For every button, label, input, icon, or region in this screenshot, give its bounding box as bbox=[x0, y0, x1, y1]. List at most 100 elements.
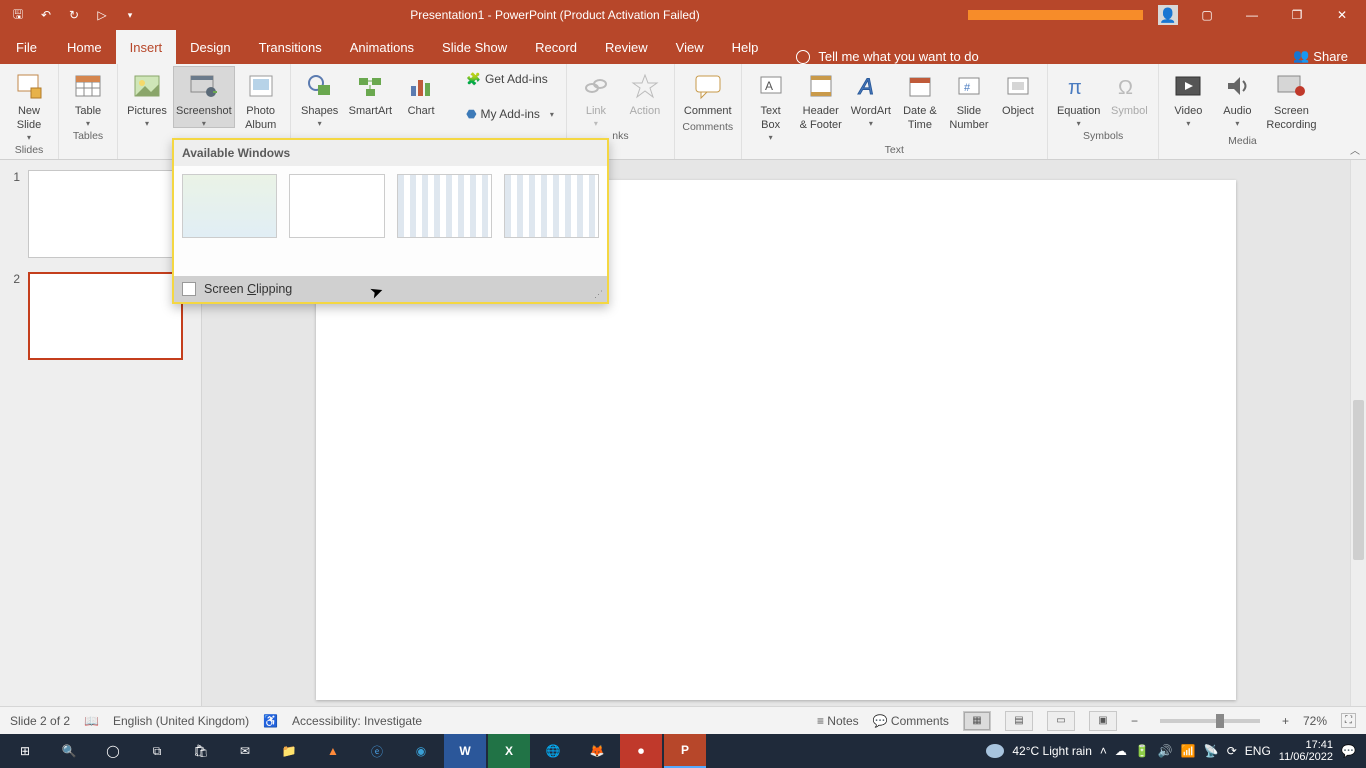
tab-slideshow[interactable]: Slide Show bbox=[428, 30, 521, 64]
view-reading[interactable]: ▭ bbox=[1047, 711, 1075, 731]
account-avatar[interactable]: 👤 bbox=[1158, 5, 1178, 25]
task-explorer[interactable]: 📁 bbox=[268, 734, 310, 768]
tray-date[interactable]: 11/06/2022 bbox=[1279, 751, 1333, 763]
window-minimize[interactable]: — bbox=[1230, 0, 1274, 30]
window-restore[interactable]: ❐ bbox=[1275, 0, 1319, 30]
search-icon[interactable]: 🔍 bbox=[48, 734, 90, 768]
tray-battery-icon[interactable]: 🔋 bbox=[1135, 744, 1150, 758]
task-vlc[interactable]: ▲ bbox=[312, 734, 354, 768]
available-window-2[interactable] bbox=[289, 174, 384, 238]
shapes-button[interactable]: Shapes ▾ bbox=[297, 66, 343, 128]
tab-file[interactable]: File bbox=[0, 30, 53, 64]
task-chrome[interactable]: 🌐 bbox=[532, 734, 574, 768]
window-close[interactable]: ✕ bbox=[1320, 0, 1364, 30]
smartart-button[interactable]: SmartArt bbox=[346, 66, 395, 119]
screenshot-icon bbox=[188, 70, 220, 102]
tray-wifi-icon[interactable]: 📡 bbox=[1204, 744, 1219, 758]
chart-button[interactable]: Chart bbox=[398, 66, 444, 119]
task-recorder[interactable]: ⏺ bbox=[620, 734, 662, 768]
task-excel[interactable]: X bbox=[488, 734, 530, 768]
tab-design[interactable]: Design bbox=[176, 30, 244, 64]
task-firefox[interactable]: 🦊 bbox=[576, 734, 618, 768]
fit-to-window[interactable]: ⛶ bbox=[1341, 713, 1356, 728]
zoom-slider[interactable] bbox=[1160, 719, 1260, 723]
video-button[interactable]: Video▾ bbox=[1165, 66, 1211, 128]
zoom-percent[interactable]: 72% bbox=[1303, 714, 1327, 728]
tray-sync-icon[interactable]: ⟳ bbox=[1227, 744, 1237, 758]
task-edge[interactable]: ◉ bbox=[400, 734, 442, 768]
qat-start-from-beginning[interactable]: ▷ bbox=[90, 3, 114, 27]
available-window-1[interactable] bbox=[182, 174, 277, 238]
available-window-4[interactable] bbox=[504, 174, 599, 238]
tab-home[interactable]: Home bbox=[53, 30, 116, 64]
slide-thumb-1[interactable] bbox=[28, 170, 183, 258]
header-footer-button[interactable]: Header & Footer bbox=[797, 66, 845, 133]
audio-button[interactable]: Audio▾ bbox=[1214, 66, 1260, 128]
status-language[interactable]: English (United Kingdom) bbox=[113, 714, 249, 728]
status-accessibility[interactable]: Accessibility: Investigate bbox=[292, 714, 422, 728]
wordart-button[interactable]: AWordArt▾ bbox=[848, 66, 894, 128]
tray-onedrive-icon[interactable]: ☁ bbox=[1115, 744, 1127, 758]
qat-customize[interactable]: ▾ bbox=[118, 3, 142, 27]
vertical-scrollbar[interactable] bbox=[1350, 160, 1366, 706]
task-mail[interactable]: ✉ bbox=[224, 734, 266, 768]
date-time-button[interactable]: Date & Time bbox=[897, 66, 943, 133]
date-time-icon bbox=[904, 70, 936, 102]
zoom-in[interactable]: + bbox=[1282, 714, 1289, 728]
view-normal[interactable]: ▦ bbox=[963, 711, 991, 731]
tray-notifications-icon[interactable]: 💬 bbox=[1341, 744, 1356, 758]
task-powerpoint[interactable]: P bbox=[664, 734, 706, 768]
spellcheck-icon[interactable]: 📖 bbox=[84, 714, 99, 728]
view-sorter[interactable]: ▤ bbox=[1005, 711, 1033, 731]
zoom-slider-knob[interactable] bbox=[1216, 714, 1224, 728]
tab-insert[interactable]: Insert bbox=[116, 30, 177, 64]
screenshot-button[interactable]: Screenshot ▾ bbox=[173, 66, 235, 128]
pictures-button[interactable]: Pictures ▾ bbox=[124, 66, 170, 128]
tray-volume-icon[interactable]: 🔊 bbox=[1158, 744, 1173, 758]
comment-button[interactable]: Comment bbox=[681, 66, 735, 119]
tab-review[interactable]: Review bbox=[591, 30, 662, 64]
start-button[interactable]: ⊞ bbox=[4, 734, 46, 768]
chevron-down-icon: ▾ bbox=[145, 119, 149, 128]
qat-undo[interactable]: ↶ bbox=[34, 3, 58, 27]
task-word[interactable]: W bbox=[444, 734, 486, 768]
tray-time[interactable]: 17:41 bbox=[1279, 739, 1333, 751]
notes-toggle[interactable]: ≡ Notes bbox=[817, 714, 859, 728]
collapse-ribbon[interactable]: ︿ bbox=[1350, 142, 1360, 157]
task-ie[interactable]: ⓔ bbox=[356, 734, 398, 768]
my-addins-button[interactable]: ⬣ My Add-ins ▾ bbox=[460, 104, 560, 124]
tray-overflow-icon[interactable]: ˄ bbox=[1100, 744, 1107, 758]
tab-transitions[interactable]: Transitions bbox=[245, 30, 336, 64]
tray-network-icon[interactable]: 📶 bbox=[1181, 744, 1196, 758]
tray-weather[interactable]: 42°C Light rain bbox=[1012, 744, 1092, 758]
photo-album-button[interactable]: Photo Album bbox=[238, 66, 284, 133]
tab-animations[interactable]: Animations bbox=[336, 30, 428, 64]
zoom-out[interactable]: − bbox=[1131, 714, 1138, 728]
available-window-3[interactable] bbox=[397, 174, 492, 238]
tab-view[interactable]: View bbox=[662, 30, 718, 64]
tray-language[interactable]: ENG bbox=[1245, 744, 1271, 758]
get-addins-button[interactable]: 🧩 Get Add-ins bbox=[460, 69, 560, 89]
screen-clipping-item[interactable]: Screen Clipping ⋰ bbox=[174, 276, 607, 302]
equation-button[interactable]: πEquation▾ bbox=[1054, 66, 1103, 128]
object-button[interactable]: Object bbox=[995, 66, 1041, 119]
tell-me[interactable]: Tell me what you want to do bbox=[796, 49, 978, 64]
text-box-button[interactable]: AText Box▾ bbox=[748, 66, 794, 142]
cortana-icon[interactable]: ◯ bbox=[92, 734, 134, 768]
scrollbar-thumb[interactable] bbox=[1353, 400, 1364, 560]
new-slide-button[interactable]: New Slide ▾ bbox=[6, 66, 52, 142]
table-button[interactable]: Table ▾ bbox=[65, 66, 111, 128]
tab-record[interactable]: Record bbox=[521, 30, 591, 64]
qat-save[interactable]: 🖫 bbox=[6, 3, 30, 27]
screen-recording-button[interactable]: Screen Recording bbox=[1263, 66, 1319, 133]
view-slideshow[interactable]: ▣ bbox=[1089, 711, 1117, 731]
task-store[interactable]: 🛍 bbox=[180, 734, 222, 768]
ribbon-display-options[interactable]: ▢ bbox=[1185, 0, 1229, 30]
slide-thumb-2[interactable] bbox=[28, 272, 183, 360]
slide-number-button[interactable]: #Slide Number bbox=[946, 66, 992, 133]
tab-help[interactable]: Help bbox=[718, 30, 773, 64]
qat-redo[interactable]: ↻ bbox=[62, 3, 86, 27]
task-view-icon[interactable]: ⧉ bbox=[136, 734, 178, 768]
share-button[interactable]: 👥 Share bbox=[1293, 48, 1366, 64]
comments-toggle[interactable]: 💬 Comments bbox=[873, 714, 949, 728]
